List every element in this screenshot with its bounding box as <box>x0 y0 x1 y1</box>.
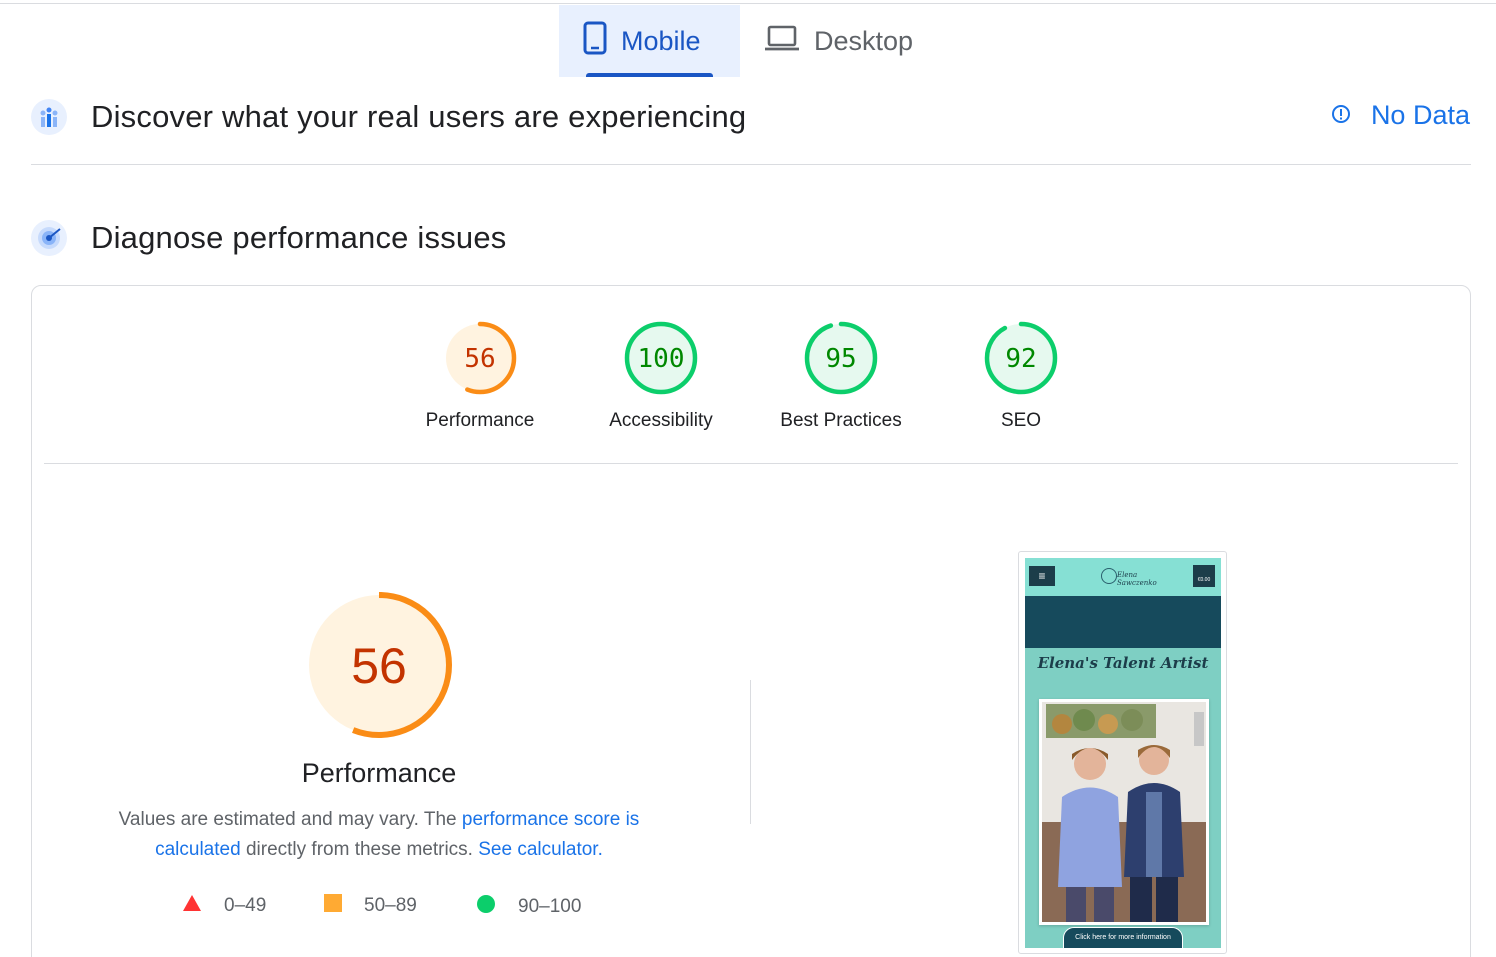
score-gauge-best-practices[interactable]: 95 Best Practices <box>766 320 916 432</box>
no-data-link[interactable]: No Data <box>1331 100 1470 131</box>
hamburger-menu-icon: ≡ <box>1029 566 1055 586</box>
score-value: 100 <box>638 344 685 374</box>
card-divider <box>44 463 1458 464</box>
performance-gauge-large: 56 <box>304 590 454 745</box>
crux-title: Discover what your real users are experi… <box>91 99 747 134</box>
score-gauge-performance[interactable]: 56 Performance <box>405 320 555 432</box>
see-calculator-link[interactable]: See calculator. <box>478 839 603 860</box>
tab-desktop-label: Desktop <box>814 25 914 56</box>
vertical-divider <box>750 680 751 824</box>
phone-icon <box>583 21 607 62</box>
score-value: 95 <box>825 344 856 374</box>
legend-fail: 0–49 <box>182 894 266 918</box>
desc-text-2: directly from these metrics. <box>240 839 479 860</box>
score-value: 56 <box>464 344 495 374</box>
gauge-ring: 100 <box>624 321 698 395</box>
no-data-label: No Data <box>1370 100 1470 130</box>
section-divider <box>31 164 1471 165</box>
tab-mobile-label: Mobile <box>621 25 701 56</box>
laptop-icon <box>764 24 800 59</box>
legend-average: 50–89 <box>324 894 417 918</box>
site-title: Elena's Talent Artist <box>1037 654 1209 672</box>
gauge-ring: 92 <box>984 321 1058 395</box>
tab-desktop[interactable]: Desktop <box>740 5 940 77</box>
performance-score-value: 56 <box>351 638 407 694</box>
circle-icon <box>476 894 496 920</box>
diagnose-title: Diagnose performance issues <box>91 220 507 255</box>
gauge-ring: 56 <box>443 321 517 395</box>
desc-text-1: Values are estimated and may vary. The <box>118 809 462 830</box>
score-gauge-accessibility[interactable]: 100 Accessibility <box>586 320 736 432</box>
score-label: SEO <box>1000 410 1042 431</box>
score-label: Accessibility <box>609 410 713 431</box>
gauge-ring: 95 <box>804 321 878 395</box>
score-label: Best Practices <box>780 410 902 431</box>
triangle-icon <box>182 894 202 918</box>
users-chart-icon <box>31 99 67 135</box>
legend-pass: 90–100 <box>476 894 581 920</box>
legend-range: 0–49 <box>224 895 267 916</box>
top-divider <box>0 3 1496 4</box>
info-icon <box>1331 100 1351 131</box>
score-gauge-seo[interactable]: 92 SEO <box>946 320 1096 432</box>
square-icon <box>324 894 342 918</box>
performance-description: Values are estimated and may vary. The p… <box>104 805 654 865</box>
legend-range: 50–89 <box>364 895 417 916</box>
legend-range: 90–100 <box>518 896 582 917</box>
site-photo <box>1039 699 1209 925</box>
performance-title: Performance <box>301 758 457 788</box>
site-logo: Elena Sawczenko <box>1095 564 1157 590</box>
site-banner <box>1025 596 1221 648</box>
score-label: Performance <box>425 410 535 431</box>
tab-active-indicator <box>586 73 713 77</box>
cart-icon: €0.00 <box>1193 565 1215 587</box>
mobile-screen: ≡ Elena Sawczenko €0.00 Elena's Talent A… <box>1025 558 1221 948</box>
tab-mobile[interactable]: Mobile <box>559 5 740 77</box>
score-value: 92 <box>1005 344 1036 374</box>
more-info-button: Click here for more information <box>1063 927 1183 948</box>
page-screenshot-thumbnail[interactable]: ≡ Elena Sawczenko €0.00 Elena's Talent A… <box>1018 551 1227 954</box>
diagnose-icon <box>31 220 67 256</box>
